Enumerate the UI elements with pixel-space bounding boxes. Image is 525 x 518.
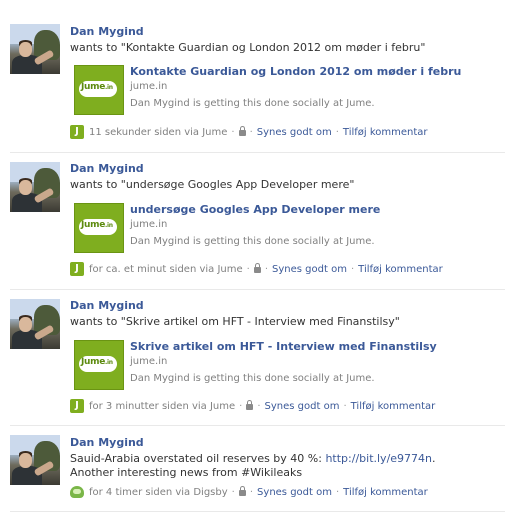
jume-logo[interactable]: Jume.in (74, 65, 124, 115)
like-link[interactable]: Synes godt om (257, 127, 332, 138)
jume-logo[interactable]: Jume.in (74, 203, 124, 253)
lock-icon (246, 400, 254, 410)
attachment-title[interactable]: undersøge Googles App Developer mere (130, 203, 380, 216)
avatar[interactable] (10, 24, 60, 74)
story-message: wants to "undersøge Googles App Develope… (70, 178, 355, 191)
attachment[interactable]: Jume.in Skrive artikel om HFT - Intervie… (70, 340, 500, 390)
avatar[interactable] (10, 435, 60, 485)
comment-link[interactable]: Tilføj kommentar (351, 401, 436, 412)
timestamp[interactable]: 11 sekunder siden via Jume (89, 127, 227, 138)
jume-icon: J (70, 262, 84, 276)
attachment[interactable]: Jume.in undersøge Googles App Developer … (70, 203, 500, 253)
feed-story: Dan Mygind wants to "Kontakte Guardian o… (10, 12, 505, 153)
attachment-title[interactable]: Kontakte Guardian og London 2012 om møde… (130, 65, 461, 78)
timestamp[interactable]: for 4 timer siden via Digsby (89, 487, 228, 498)
jume-logo-sup: .in (105, 84, 113, 91)
feed-story: Dan Mygind wants to "undersøge Googles A… (10, 152, 505, 290)
author-name[interactable]: Dan Mygind (70, 25, 144, 38)
attachment-description: Dan Mygind is getting this done socially… (130, 236, 375, 247)
attachment-description: Dan Mygind is getting this done socially… (130, 98, 375, 109)
avatar[interactable] (10, 299, 60, 349)
comment-link[interactable]: Tilføj kommentar (358, 264, 443, 275)
jume-icon: J (70, 399, 84, 413)
attachment-domain: jume.in (130, 81, 168, 92)
attachment-description: Dan Mygind is getting this done socially… (130, 373, 375, 384)
jume-icon: J (70, 125, 84, 139)
timestamp[interactable]: for ca. et minut siden via Jume (89, 264, 243, 275)
story-message: wants to "Kontakte Guardian og London 20… (70, 41, 426, 54)
timestamp[interactable]: for 3 minutter siden via Jume (89, 401, 235, 412)
story-meta: Jfor 3 minutter siden via Jume · · Synes go… (70, 399, 435, 413)
attachment-domain: jume.in (130, 219, 168, 230)
jume-logo-sup: .in (105, 359, 113, 366)
like-link[interactable]: Synes godt om (265, 401, 340, 412)
feed-story: Dan Mygind Sauid-Arabia overstated oil r… (10, 425, 505, 512)
attachment[interactable]: Jume.in Kontakte Guardian og London 2012… (70, 65, 500, 115)
story-message: wants to "Skrive artikel om HFT - Interv… (70, 315, 400, 328)
like-link[interactable]: Synes godt om (257, 487, 332, 498)
author-name[interactable]: Dan Mygind (70, 162, 144, 175)
jume-logo-text: Jume (81, 220, 106, 230)
message-link[interactable]: http://bit.ly/e9774n (325, 452, 432, 465)
author-name[interactable]: Dan Mygind (70, 299, 144, 312)
message-text: Sauid-Arabia overstated oil reserves by … (70, 452, 326, 465)
jume-logo-text: Jume (81, 357, 106, 367)
jume-logo-sup: .in (105, 222, 113, 229)
attachment-domain: jume.in (130, 356, 168, 367)
author-name[interactable]: Dan Mygind (70, 436, 144, 449)
story-message: Sauid-Arabia overstated oil reserves by … (70, 452, 445, 480)
story-meta: J 11 sekunder siden via Jume · · Synes godt … (70, 125, 428, 139)
feed-story: Dan Mygind wants to "Skrive artikel om H… (10, 289, 505, 426)
story-meta: for 4 timer siden via Digsby · · Synes godt… (70, 486, 428, 498)
digsby-icon (70, 486, 84, 498)
story-meta: Jfor ca. et minut siden via Jume · · Synes … (70, 262, 443, 276)
comment-link[interactable]: Tilføj kommentar (343, 487, 428, 498)
jume-logo[interactable]: Jume.in (74, 340, 124, 390)
comment-link[interactable]: Tilføj kommentar (343, 127, 428, 138)
jume-logo-text: Jume (81, 82, 106, 92)
like-link[interactable]: Synes godt om (272, 264, 347, 275)
attachment-title[interactable]: Skrive artikel om HFT - Interview med Fi… (130, 340, 437, 353)
lock-icon (253, 263, 261, 273)
lock-icon (238, 126, 246, 136)
lock-icon (238, 486, 246, 496)
avatar[interactable] (10, 162, 60, 212)
